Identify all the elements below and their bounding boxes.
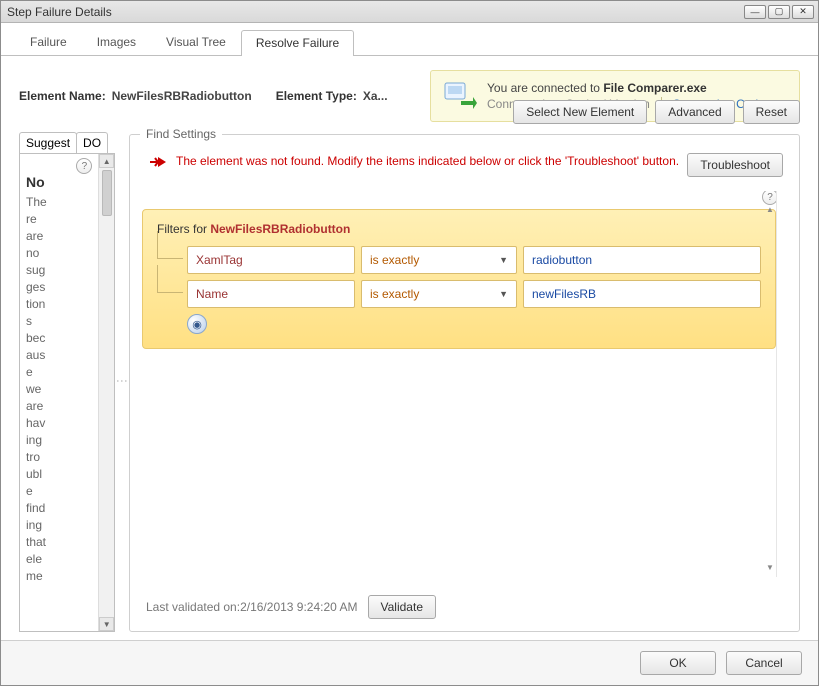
filters-panel: Filters for NewFilesRBRadiobutton XamlTa… (142, 209, 776, 349)
side-scrollbar[interactable]: ▲ ▼ (98, 154, 114, 631)
titlebar: Step Failure Details — ▢ ✕ (1, 1, 818, 23)
select-new-element-button[interactable]: Select New Element (513, 100, 647, 124)
filter-value-cell[interactable]: radiobutton (523, 246, 761, 274)
filters-title: Filters for NewFilesRBRadiobutton (157, 222, 761, 236)
chevron-down-icon: ▼ (499, 255, 508, 265)
tree-connector-icon (157, 265, 183, 293)
last-validated-label: Last validated on: (146, 600, 240, 614)
validate-button[interactable]: Validate (368, 595, 436, 619)
suggestion-heading: No (26, 174, 92, 190)
help-icon[interactable]: ? (76, 158, 92, 174)
tree-connector-icon (157, 231, 183, 259)
splitter[interactable]: ⋮ (115, 132, 129, 632)
maximize-button[interactable]: ▢ (768, 5, 790, 19)
tab-failure[interactable]: Failure (15, 29, 82, 55)
advanced-button[interactable]: Advanced (655, 100, 734, 124)
reset-button[interactable]: Reset (743, 100, 800, 124)
connection-line1: You are connected to File Comparer.exe (487, 81, 778, 95)
tab-resolve-failure[interactable]: Resolve Failure (241, 30, 354, 56)
filter-operator-dropdown[interactable]: is exactly▼ (361, 246, 517, 274)
filter-property-cell[interactable]: Name (187, 280, 355, 308)
add-filter-button[interactable]: ◉ (187, 314, 207, 334)
target-icon: ◉ (192, 318, 202, 331)
troubleshoot-button[interactable]: Troubleshoot (687, 153, 783, 177)
filter-operator-dropdown[interactable]: is exactly▼ (361, 280, 517, 308)
error-arrow-icon (150, 155, 166, 169)
filter-row: XamlTag is exactly▼ radiobutton (157, 246, 761, 274)
help-icon[interactable]: ? (762, 191, 777, 205)
filter-property-cell[interactable]: XamlTag (187, 246, 355, 274)
ok-button[interactable]: OK (640, 651, 716, 675)
scroll-up-icon[interactable]: ▲ (764, 205, 776, 215)
tab-bar: Failure Images Visual Tree Resolve Failu… (1, 23, 818, 56)
find-settings-legend: Find Settings (140, 127, 222, 141)
grip-icon: ⋮ (115, 375, 129, 389)
tab-visual-tree[interactable]: Visual Tree (151, 29, 241, 55)
side-tab-suggest[interactable]: Suggest (19, 132, 77, 153)
element-name-label: Element Name: (19, 89, 106, 103)
side-tab-do[interactable]: DO (76, 132, 108, 153)
suggestion-panel: ? No Therearenosuggestionsbecauseweareha… (20, 154, 98, 631)
filters-scrollbar[interactable]: ▲ ▼ (764, 205, 776, 573)
error-message: The element was not found. Modify the it… (176, 153, 687, 169)
suggestion-text: Therearenosuggestionsbecausewearehavingt… (26, 194, 92, 585)
last-validated-timestamp: 2/16/2013 9:24:20 AM (240, 600, 357, 614)
window-title: Step Failure Details (5, 5, 742, 19)
filter-row: Name is exactly▼ newFilesRB (157, 280, 761, 308)
scroll-up-icon[interactable]: ▲ (99, 154, 114, 168)
tab-images[interactable]: Images (82, 29, 151, 55)
scroll-down-icon[interactable]: ▼ (764, 563, 776, 573)
filter-value-cell[interactable]: newFilesRB (523, 280, 761, 308)
chevron-down-icon: ▼ (499, 289, 508, 299)
close-button[interactable]: ✕ (792, 5, 814, 19)
scroll-down-icon[interactable]: ▼ (99, 617, 114, 631)
cancel-button[interactable]: Cancel (726, 651, 802, 675)
minimize-button[interactable]: — (744, 5, 766, 19)
scroll-thumb[interactable] (102, 170, 112, 216)
